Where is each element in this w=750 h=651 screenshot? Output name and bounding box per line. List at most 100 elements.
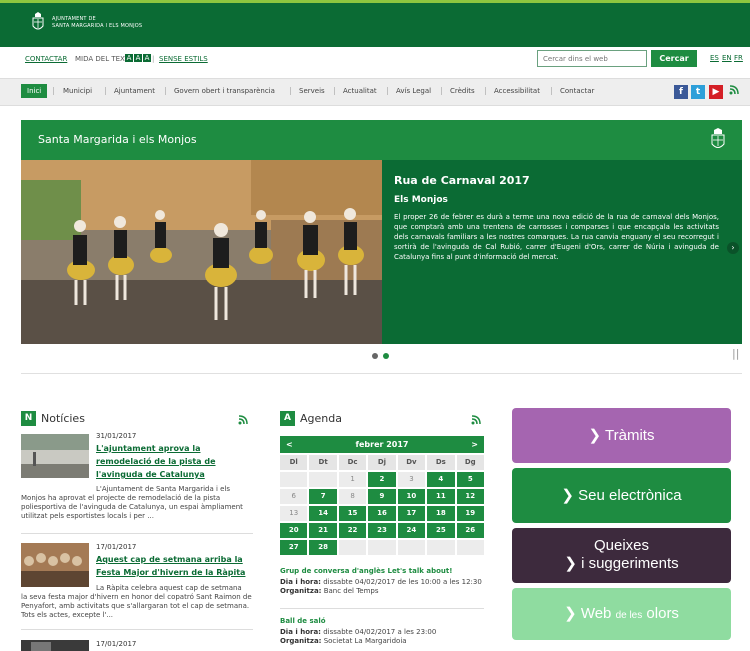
lang-es-link[interactable]: ES xyxy=(710,54,719,62)
coat-of-arms-icon xyxy=(32,12,44,30)
tramits-button[interactable]: ❯ Tràmits xyxy=(512,408,731,463)
calendar-weekday: Dj xyxy=(368,455,396,470)
nav-separator: | xyxy=(333,86,336,95)
news-excerpt-start: L'Ajuntament de Santa Margarida i els xyxy=(96,485,231,493)
youtube-icon[interactable]: ▶ xyxy=(709,85,723,99)
calendar-event-day[interactable]: 25 xyxy=(427,523,455,538)
agenda-rss-icon[interactable] xyxy=(471,415,481,428)
nav-inici[interactable]: Inici xyxy=(21,84,48,98)
calendar-event-day[interactable]: 5 xyxy=(456,472,484,487)
news-headline[interactable]: L'ajuntament aprova la remodelació de la… xyxy=(96,442,251,481)
agenda-event: Grup de conversa d'anglès Let's talk abo… xyxy=(280,567,485,596)
calendar-empty-cell xyxy=(397,540,426,555)
calendar-event-day[interactable]: 7 xyxy=(309,489,337,504)
slide-title[interactable]: Rua de Carnaval 2017 xyxy=(394,174,719,187)
calendar-event-day[interactable]: 27 xyxy=(280,540,308,555)
pause-icon[interactable]: || xyxy=(732,347,739,360)
calendar-event-day[interactable]: 11 xyxy=(427,489,455,504)
news-excerpt: la seva festa major d'hivern en honor de… xyxy=(21,593,252,619)
calendar-event-day[interactable]: 20 xyxy=(280,523,308,538)
text-size-large-button[interactable]: A xyxy=(143,54,151,62)
utility-bar: CONTACTAR MIDA DEL TEXT: A A A | SENSE E… xyxy=(0,47,750,71)
web-label-3: olors xyxy=(646,605,679,622)
calendar-event-day[interactable]: 24 xyxy=(397,523,426,538)
seu-label: Seu electrònica xyxy=(578,487,682,504)
news-rss-icon[interactable] xyxy=(238,415,248,428)
calendar-event-day[interactable]: 23 xyxy=(368,523,396,538)
agenda-title: Agenda xyxy=(300,412,342,425)
nav-actualitat[interactable]: Actualitat xyxy=(343,87,377,95)
calendar-event-day[interactable]: 21 xyxy=(309,523,337,538)
facebook-icon[interactable]: f xyxy=(674,85,688,99)
nav-govern-obert[interactable]: Govern obert i transparència xyxy=(174,87,275,95)
event-when-label: Dia i hora: xyxy=(280,578,321,586)
calendar-event-day[interactable]: 2 xyxy=(368,472,396,487)
calendar-empty-cell xyxy=(309,472,337,487)
calendar-event-day[interactable]: 14 xyxy=(309,506,337,521)
calendar-event-day[interactable]: 4 xyxy=(427,472,455,487)
text-size-medium-button[interactable]: A xyxy=(134,54,142,62)
news-excerpt: Monjos ha aprovat el projecte de remodel… xyxy=(21,494,243,520)
event-title[interactable]: Ball de saló xyxy=(280,617,485,625)
news-letter-badge: N xyxy=(21,411,36,426)
tramits-label: Tràmits xyxy=(605,427,655,444)
calendar-event-day[interactable]: 10 xyxy=(397,489,426,504)
news-date: 17/01/2017 xyxy=(96,543,137,551)
text-size-small-button[interactable]: A xyxy=(125,54,133,62)
twitter-icon[interactable]: t xyxy=(691,85,705,99)
slider-dot-active[interactable] xyxy=(383,353,389,359)
queixes-button[interactable]: Queixes ❯ i suggeriments xyxy=(512,528,731,583)
nav-municipi[interactable]: Municipi xyxy=(63,87,92,95)
rss-icon[interactable] xyxy=(727,85,741,99)
calendar-event-day[interactable]: 16 xyxy=(368,506,396,521)
nav-accessibilitat[interactable]: Accessibilitat xyxy=(494,87,540,95)
calendar-next-button[interactable]: > xyxy=(471,440,478,449)
calendar-weekday: Dl xyxy=(280,455,308,470)
site-header: AJUNTAMENT DE SANTA MARGARIDA I ELS MONJ… xyxy=(0,0,750,47)
calendar-empty-cell xyxy=(280,472,308,487)
news-thumbnail[interactable] xyxy=(21,640,89,651)
site-logo[interactable]: AJUNTAMENT DE SANTA MARGARIDA I ELS MONJ… xyxy=(30,12,142,34)
event-when: dissabte 04/02/2017 a les 23:00 xyxy=(323,628,437,636)
nav-separator: | xyxy=(386,86,389,95)
calendar-weekday: Dt xyxy=(309,455,337,470)
contact-link[interactable]: CONTACTAR xyxy=(25,55,67,63)
calendar-weekday: Dc xyxy=(338,455,367,470)
nav-avis-legal[interactable]: Avís Legal xyxy=(396,87,431,95)
news-thumbnail[interactable] xyxy=(21,434,89,478)
calendar-event-day[interactable]: 22 xyxy=(338,523,367,538)
nav-ajuntament[interactable]: Ajuntament xyxy=(114,87,155,95)
news-thumbnail[interactable] xyxy=(21,543,89,587)
calendar-event-day[interactable]: 17 xyxy=(397,506,426,521)
calendar-event-day[interactable]: 12 xyxy=(456,489,484,504)
calendar-event-day[interactable]: 18 xyxy=(427,506,455,521)
logo-line-1: AJUNTAMENT DE xyxy=(52,16,96,22)
nav-serveis[interactable]: Serveis xyxy=(299,87,325,95)
no-styles-link[interactable]: SENSE ESTILS xyxy=(159,55,208,63)
calendar-empty-cell xyxy=(427,540,455,555)
nav-contactar[interactable]: Contactar xyxy=(560,87,594,95)
lang-fr-link[interactable]: FR xyxy=(734,54,743,62)
news-excerpt-start: La Ràpita celebra aquest cap de setmana xyxy=(96,584,242,592)
calendar-event-day[interactable]: 26 xyxy=(456,523,484,538)
lang-en-link[interactable]: EN xyxy=(722,54,732,62)
calendar-event-day[interactable]: 9 xyxy=(368,489,396,504)
calendar-event-day[interactable]: 15 xyxy=(338,506,367,521)
slide-photo[interactable] xyxy=(21,160,382,344)
news-headline[interactable]: Aquest cap de setmana arriba la Festa Ma… xyxy=(96,553,251,579)
seu-electronica-button[interactable]: ❯ Seu electrònica xyxy=(512,468,731,523)
calendar-event-day[interactable]: 19 xyxy=(456,506,484,521)
text-size-label: MIDA DEL TEXT: xyxy=(75,55,131,63)
event-org-label: Organitza: xyxy=(280,587,322,595)
nav-credits[interactable]: Crèdits xyxy=(450,87,475,95)
search-input[interactable] xyxy=(537,50,647,67)
search-button[interactable]: Cercar xyxy=(651,50,697,67)
slide-next-icon[interactable]: › xyxy=(727,242,739,254)
slider-dot[interactable] xyxy=(372,353,378,359)
news-divider xyxy=(21,533,253,534)
event-title[interactable]: Grup de conversa d'anglès Let's talk abo… xyxy=(280,567,485,575)
agenda-letter-badge: A xyxy=(280,411,295,426)
calendar-event-day[interactable]: 28 xyxy=(309,540,337,555)
web-olors-button[interactable]: ❯ Web de les olors xyxy=(512,588,731,640)
calendar-grid: Dl Dt Dc Dj Dv Ds Dg 1 2 3 4 5 6 7 8 9 10 11 12 13 14 15 16 17 1… xyxy=(280,455,484,555)
